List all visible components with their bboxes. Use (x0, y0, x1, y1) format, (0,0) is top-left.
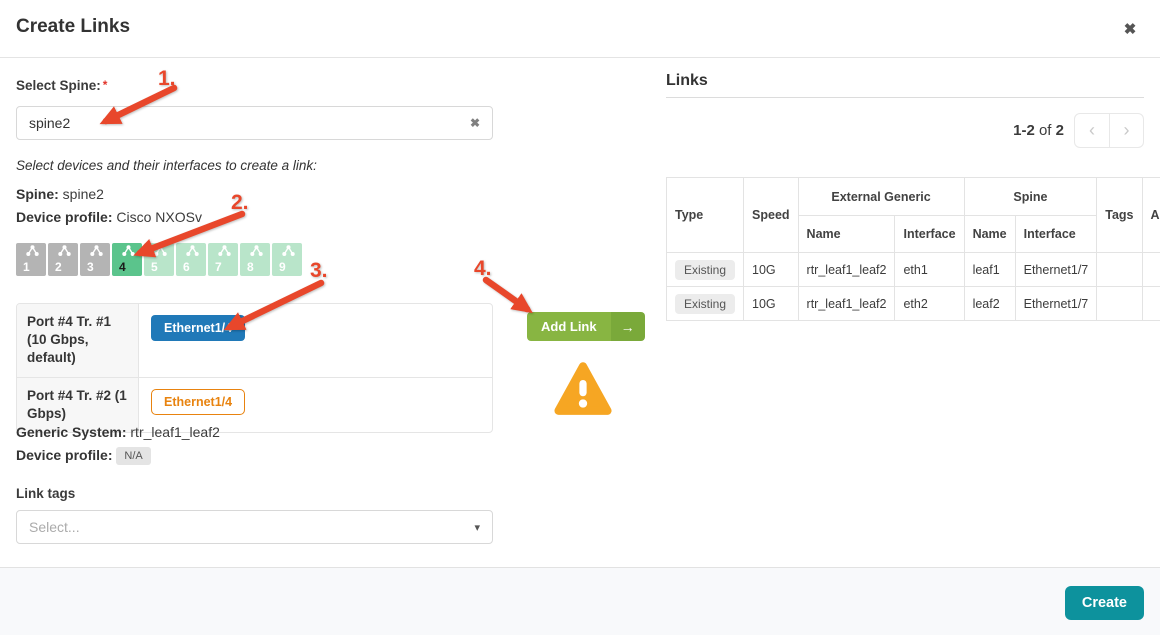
table-row: Existing 10G rtr_leaf1_leaf2 eth2 leaf2 … (667, 287, 1160, 321)
port-tile-6[interactable]: 6 (176, 243, 206, 276)
port-tile-4[interactable]: 4 (112, 243, 142, 276)
network-icon (58, 245, 71, 257)
spine-info-line: Spine: spine2 (16, 186, 104, 202)
status-badge: Existing (675, 294, 735, 314)
port-tile-9[interactable]: 9 (272, 243, 302, 276)
spine-select-input[interactable]: spine2 ✖ (16, 106, 493, 140)
instruction-text: Select devices and their interfaces to c… (16, 158, 317, 173)
port-tile-5[interactable]: 5 (144, 243, 174, 276)
port-selector: 123456789 (16, 243, 302, 276)
network-icon (122, 245, 135, 257)
status-badge: Existing (675, 260, 735, 280)
col-header-actions: Actions (1142, 178, 1160, 253)
col-header-tags: Tags (1097, 178, 1142, 253)
port-tile-7[interactable]: 7 (208, 243, 238, 276)
create-button[interactable]: Create (1065, 586, 1144, 620)
modal-footer: Create (0, 567, 1160, 635)
col-group-spine: Spine (964, 178, 1097, 216)
links-divider (666, 97, 1144, 98)
network-icon (218, 245, 231, 257)
clear-icon[interactable]: ✖ (470, 116, 480, 130)
col-group-external-generic: External Generic (798, 178, 964, 216)
spine-input-value: spine2 (29, 115, 470, 131)
col-header-ext-name: Name (798, 216, 895, 253)
header-divider (0, 57, 1160, 58)
interface-chip-selected[interactable]: Ethernet1/4 (151, 315, 245, 341)
close-icon[interactable]: ✖ (1118, 18, 1142, 42)
links-table: Type Speed External Generic Spine Tags A… (666, 177, 1160, 321)
network-icon (90, 245, 103, 257)
port-tile-2[interactable]: 2 (48, 243, 78, 276)
table-row: Existing 10G rtr_leaf1_leaf2 eth1 leaf1 … (667, 253, 1160, 287)
col-header-speed: Speed (744, 178, 799, 253)
annotation-label-1: 1. (158, 67, 176, 90)
transform-label: Port #4 Tr. #1 (10 Gbps, default) (17, 304, 139, 377)
port-tile-1[interactable]: 1 (16, 243, 46, 276)
warning-icon (554, 360, 612, 418)
network-icon (250, 245, 263, 257)
page-count: 1-2 of 2 (1013, 122, 1064, 139)
select-spine-label: Select Spine:* (16, 78, 107, 93)
required-asterisk: * (103, 78, 108, 92)
interface-chip-available[interactable]: Ethernet1/4 (151, 389, 245, 415)
col-header-ext-interface: Interface (895, 216, 964, 253)
transform-row: Port #4 Tr. #1 (10 Gbps, default) Ethern… (17, 304, 492, 377)
device-profile-line: Device profile: Cisco NXOSv (16, 209, 202, 225)
network-icon (26, 245, 39, 257)
page-title: Create Links (16, 16, 130, 38)
select-placeholder: Select... (29, 519, 474, 535)
chevron-down-icon: ▾ (474, 521, 480, 534)
generic-system-line: Generic System: rtr_leaf1_leaf2 (16, 424, 220, 440)
col-header-spine-interface: Interface (1015, 216, 1097, 253)
na-badge: N/A (116, 447, 150, 465)
port-tile-3[interactable]: 3 (80, 243, 110, 276)
network-icon (154, 245, 167, 257)
device-profile-na-line: Device profile: N/A (16, 447, 151, 465)
link-tags-label: Link tags (16, 486, 75, 501)
network-icon (282, 245, 295, 257)
transform-table: Port #4 Tr. #1 (10 Gbps, default) Ethern… (16, 303, 493, 433)
col-header-spine-name: Name (964, 216, 1015, 253)
links-panel-title: Links (666, 72, 708, 90)
chevron-right-icon[interactable]: › (1109, 114, 1143, 147)
annotation-label-4: 4. (474, 257, 492, 280)
port-tile-8[interactable]: 8 (240, 243, 270, 276)
arrow-right-icon: → (611, 312, 645, 341)
link-tags-select[interactable]: Select... ▾ (16, 510, 493, 544)
create-links-modal: Create Links ✖ Select Spine:* spine2 ✖ S… (0, 0, 1160, 635)
add-link-label: Add Link (527, 312, 611, 341)
chevron-left-icon[interactable]: ‹ (1075, 114, 1109, 147)
pagination: 1-2 of 2 ‹ › (666, 113, 1144, 148)
network-icon (186, 245, 199, 257)
col-header-type: Type (667, 178, 744, 253)
annotation-label-2: 2. (231, 191, 249, 214)
add-link-button[interactable]: Add Link → (527, 312, 645, 341)
annotation-label-3: 3. (310, 259, 328, 282)
